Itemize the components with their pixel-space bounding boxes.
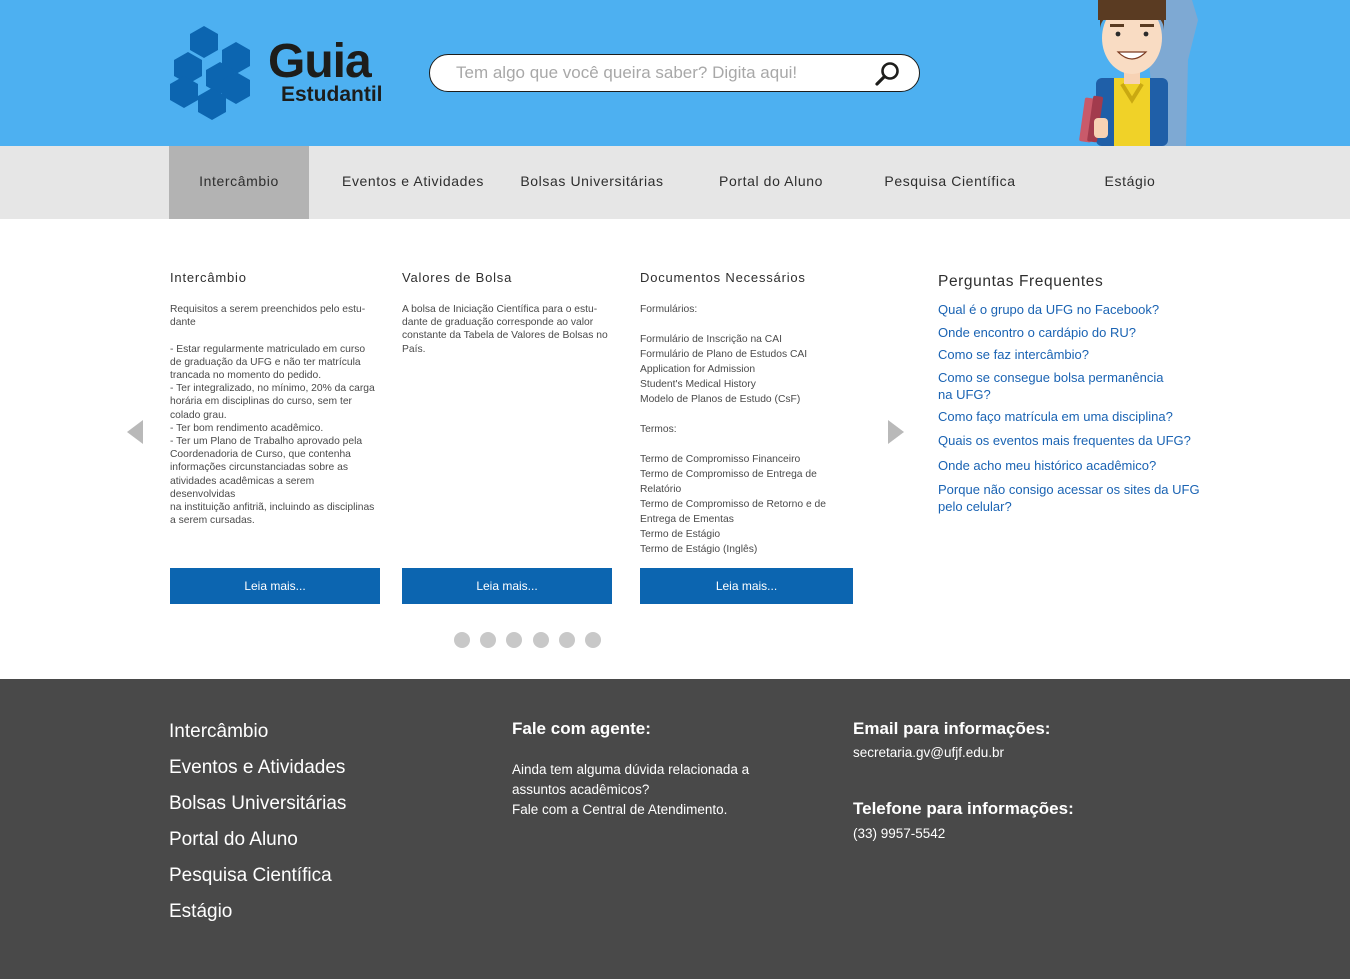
- read-more-button-intercambio[interactable]: Leia mais...: [170, 568, 380, 604]
- student-mascot-illustration: [1079, 0, 1198, 146]
- nav-item-bolsas[interactable]: Bolsas Universitárias: [502, 146, 682, 219]
- card-line: [640, 407, 855, 422]
- card-line: horária em disciplinas do curso, sem ter: [170, 396, 352, 408]
- email-heading: Email para informações:: [853, 719, 1051, 738]
- card-line: - Ter um Plano de Trabalho aprovado pela: [170, 436, 363, 448]
- nav-item-pesquisa[interactable]: Pesquisa Científica: [860, 146, 1040, 219]
- card-line: atividades acadêmicas a serem desenvolvi…: [170, 475, 315, 500]
- faq-panel: Perguntas Frequentes Qual é o grupo da U…: [938, 273, 1208, 515]
- carousel-dot[interactable]: [480, 632, 496, 648]
- footer-link-eventos[interactable]: Eventos e Atividades: [169, 757, 345, 779]
- footer-link-intercambio[interactable]: Intercâmbio: [169, 721, 268, 743]
- agent-heading: Fale com agente:: [512, 719, 651, 738]
- phone-heading: Telefone para informações:: [853, 799, 1074, 818]
- carousel-dot[interactable]: [506, 632, 522, 648]
- arrow-left-icon[interactable]: [125, 417, 145, 447]
- logo-subtitle: Estudantil: [281, 83, 383, 106]
- card-body: A bolsa de Iniciação Científica para o e…: [402, 303, 614, 356]
- document-link[interactable]: Student's Medical History: [640, 377, 855, 392]
- card-line: constante da Tabela de Valores de Bolsas…: [402, 330, 608, 342]
- footer-link-pesquisa[interactable]: Pesquisa Científica: [169, 865, 332, 887]
- nav-item-intercambio[interactable]: Intercâmbio: [169, 146, 309, 219]
- card-line: Formulários:: [640, 304, 698, 315]
- card-line: colado grau.: [170, 409, 227, 421]
- site-header: Guia Estudantil: [0, 0, 1350, 146]
- footer-link-bolsas[interactable]: Bolsas Universitárias: [169, 793, 346, 815]
- faq-link[interactable]: Quais os eventos mais frequentes da UFG?: [938, 432, 1208, 449]
- card-line: na instituição anfitriã, incluindo as di…: [170, 502, 375, 514]
- arrow-right-icon[interactable]: [886, 417, 906, 447]
- card-title: Valores de Bolsa: [402, 270, 513, 285]
- card-line: informações circunstanciadas sobre as: [170, 462, 348, 474]
- faq-link[interactable]: Como faço matrícula em uma disciplina?: [938, 408, 1208, 425]
- footer-link-estagio[interactable]: Estágio: [169, 901, 232, 923]
- document-link[interactable]: Termo de Estágio (Inglês): [640, 542, 855, 557]
- card-line: País.: [402, 343, 426, 355]
- nav-item-portal[interactable]: Portal do Aluno: [681, 146, 861, 219]
- card-line: de graduação da UFG e não ter matrícula: [170, 356, 361, 368]
- card-line: [640, 437, 855, 452]
- card-line: dante de graduação corresponde ao valor: [402, 317, 594, 329]
- card-valores-bolsa: Valores de Bolsa A bolsa de Iniciação Ci…: [402, 270, 614, 356]
- nav-item-estagio[interactable]: Estágio: [1040, 146, 1220, 219]
- carousel-dot[interactable]: [585, 632, 601, 648]
- card-line: a serem cursadas.: [170, 515, 255, 527]
- document-link[interactable]: Termo de Compromisso de Entrega de: [640, 467, 855, 482]
- faq-link[interactable]: Onde acho meu histórico acadêmico?: [938, 457, 1208, 474]
- search-input[interactable]: [456, 60, 856, 86]
- card-line: Termos:: [640, 424, 677, 435]
- faq-link[interactable]: Qual é o grupo da UFG no Facebook?: [938, 301, 1208, 318]
- card-title: Intercâmbio: [170, 270, 247, 285]
- faq-link[interactable]: Como se consegue bolsa permanência na UF…: [938, 369, 1173, 403]
- card-intercambio: Intercâmbio Requisitos a serem preenchid…: [170, 270, 382, 527]
- search-icon[interactable]: [873, 60, 901, 88]
- document-link[interactable]: Formulário de Inscrição na CAI: [640, 332, 855, 347]
- footer-link-portal[interactable]: Portal do Aluno: [169, 829, 298, 851]
- faq-link[interactable]: Onde encontro o cardápio do RU?: [938, 324, 1208, 341]
- document-link[interactable]: Termo de Compromisso Financeiro: [640, 452, 855, 467]
- card-line: dante: [170, 317, 196, 329]
- document-link[interactable]: Formulário de Plano de Estudos CAI: [640, 347, 855, 362]
- document-link[interactable]: Relatório: [640, 482, 855, 497]
- card-line: [640, 317, 855, 332]
- card-line: - Estar regularmente matriculado em curs…: [170, 343, 366, 355]
- card-line: [170, 329, 382, 342]
- card-line: trancada no momento do pedido.: [170, 370, 322, 381]
- card-documentos: Documentos Necessários Formulários: Form…: [640, 270, 855, 557]
- document-link[interactable]: Termo de Compromisso de Retorno e de: [640, 497, 855, 512]
- main-nav: Intercâmbio Eventos e Atividades Bolsas …: [0, 146, 1350, 219]
- carousel-dot[interactable]: [454, 632, 470, 648]
- carousel-dot-active[interactable]: [533, 632, 549, 648]
- nav-item-eventos[interactable]: Eventos e Atividades: [323, 146, 503, 219]
- card-line: Requisitos a serem preenchidos pelo estu…: [170, 304, 366, 315]
- phone-value: (33) 9957-5542: [853, 826, 946, 841]
- document-link[interactable]: Entrega de Ementas: [640, 512, 855, 527]
- logo-title: Guia: [268, 35, 372, 88]
- card-body: Requisitos a serem preenchidos pelo estu…: [170, 303, 382, 527]
- site-logo[interactable]: Guia Estudantil: [168, 24, 393, 124]
- faq-link[interactable]: Como se faz intercâmbio?: [938, 346, 1208, 363]
- faq-link[interactable]: Porque não consigo acessar os sites da U…: [938, 481, 1200, 515]
- hexagon-cluster-icon: [170, 26, 250, 120]
- document-link[interactable]: Termo de Estágio: [640, 527, 855, 542]
- card-title: Documentos Necessários: [640, 270, 806, 285]
- read-more-button-valores[interactable]: Leia mais...: [402, 568, 612, 604]
- card-line: Coordenadoria de Curso, que contenha: [170, 449, 351, 461]
- site-footer: Intercâmbio Eventos e Atividades Bolsas …: [0, 679, 1350, 979]
- document-link[interactable]: Application for Admission: [640, 362, 855, 377]
- agent-link[interactable]: Fale com a Central de Atendimento.: [512, 800, 727, 820]
- card-line: - Ter integralizado, no mínimo, 20% da c…: [170, 383, 375, 395]
- card-line: - Ter bom rendimento acadêmico.: [170, 422, 324, 434]
- faq-title: Perguntas Frequentes: [938, 273, 1104, 290]
- agent-line: Ainda tem alguma dúvida relacionada a: [512, 762, 750, 777]
- carousel-dot[interactable]: [559, 632, 575, 648]
- agent-line: assuntos acadêmicos?: [512, 782, 650, 797]
- read-more-button-documentos[interactable]: Leia mais...: [640, 568, 853, 604]
- search-bar: [429, 54, 920, 92]
- card-body: Formulários: Formulário de Inscrição na …: [640, 302, 855, 557]
- card-line: A bolsa de Iniciação Científica para o e…: [402, 304, 598, 315]
- email-value[interactable]: secretaria.gv@ufjf.edu.br: [853, 743, 1004, 763]
- document-link[interactable]: Modelo de Planos de Estudo (CsF): [640, 392, 855, 407]
